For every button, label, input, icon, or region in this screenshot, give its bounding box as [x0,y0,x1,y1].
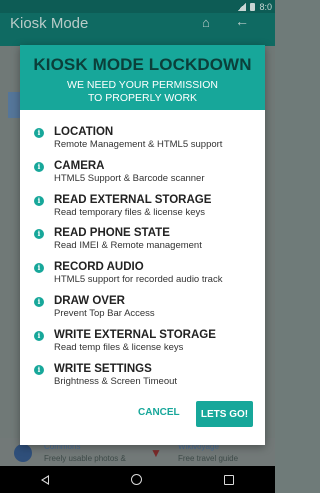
permission-title: READ EXTERNAL STORAGE [54,193,212,206]
nav-back-icon[interactable] [41,474,49,485]
dialog-subtitle-line1: WE NEED YOUR PERMISSION [67,79,218,91]
permission-desc: HTML5 Support & Barcode scanner [54,172,205,184]
wikivoyage-icon: ▼ [150,446,162,460]
commons-icon [14,444,32,462]
info-icon: i [34,364,44,375]
info-icon: i [34,195,44,206]
home-icon[interactable]: ⌂ [202,15,210,30]
permission-title: WRITE EXTERNAL STORAGE [54,328,216,341]
permission-item-draw-over: i DRAW OVER Prevent Top Bar Access [20,294,265,328]
dialog-subtitle: WE NEED YOUR PERMISSION TO PROPERLY WORK [20,79,265,105]
bg-item2-desc: Free travel guide [178,454,239,463]
permission-desc: Prevent Top Bar Access [54,307,155,319]
permission-title: DRAW OVER [54,294,125,307]
nav-home-icon[interactable] [131,474,142,485]
permission-desc: Read temp files & license keys [54,341,184,353]
back-arrow-icon[interactable]: ← [235,13,249,29]
dialog-subtitle-line2: TO PROPERLY WORK [87,92,198,104]
permission-desc: Read temporary files & license keys [54,206,206,218]
navigation-bar [0,466,275,493]
permission-title: READ PHONE STATE [54,227,170,240]
dialog-title: KIOSK MODE LOCKDOWN [33,55,252,74]
info-icon: i [34,229,44,240]
permission-title: RECORD AUDIO [54,261,144,274]
permission-desc: Brightness & Screen Timeout [54,375,178,387]
permission-desc: Read IMEI & Remote management [54,240,202,252]
permission-dialog: KIOSK MODE LOCKDOWN WE NEED YOUR PERMISS… [20,45,265,445]
nav-recents-icon[interactable] [224,474,234,485]
info-icon: i [34,161,44,172]
lets-go-button[interactable]: LETS GO! [196,401,253,427]
status-time: 8:0 [259,1,272,12]
permission-desc: HTML5 support for recorded audio track [54,274,223,286]
status-bar: 8:0 [0,0,275,13]
app-title: Kiosk Mode [10,14,89,32]
info-icon: i [34,128,44,138]
permission-item-record-audio: i RECORD AUDIO HTML5 support for recorde… [20,260,265,294]
info-icon: i [34,263,44,274]
permission-item-read-phone-state: i READ PHONE STATE Read IMEI & Remote ma… [20,226,265,260]
dialog-actions: CANCEL LETS GO! [20,401,265,431]
permission-title: LOCATION [54,126,114,138]
permission-item-camera: i CAMERA HTML5 Support & Barcode scanner [20,159,265,193]
permission-title: WRITE SETTINGS [54,362,152,375]
permission-desc: Remote Management & HTML5 support [54,139,223,150]
cancel-button[interactable]: CANCEL [138,407,180,418]
signal-icon [237,2,247,11]
info-icon: i [34,330,44,341]
bg-item1-desc: Freely usable photos & [44,454,126,463]
permission-list: i LOCATION Remote Management & HTML5 sup… [20,125,265,395]
permission-title: CAMERA [54,159,105,172]
permission-item-location: i LOCATION Remote Management & HTML5 sup… [20,125,265,159]
battery-icon [250,2,256,11]
permission-item-read-external-storage: i READ EXTERNAL STORAGE Read temporary f… [20,193,265,227]
permission-item-write-external-storage: i WRITE EXTERNAL STORAGE Read temp files… [20,328,265,362]
dialog-header: KIOSK MODE LOCKDOWN WE NEED YOUR PERMISS… [20,45,265,110]
permission-item-write-settings: i WRITE SETTINGS Brightness & Screen Tim… [20,362,265,396]
info-icon: i [34,296,44,307]
